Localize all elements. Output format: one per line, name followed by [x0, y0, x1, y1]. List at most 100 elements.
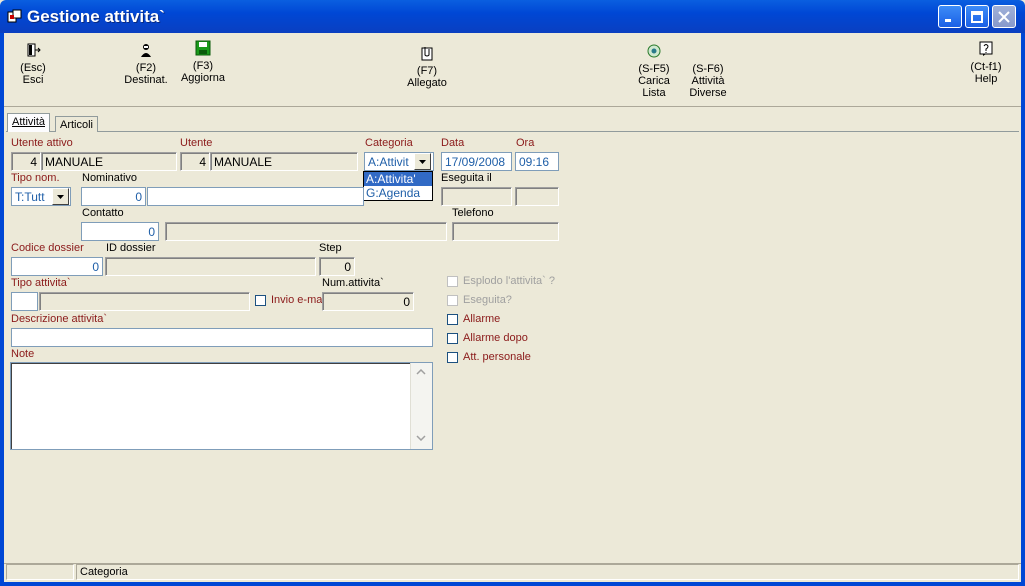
tipo-attivita-desc [39, 292, 250, 311]
data-field[interactable]: 17/09/2008 [441, 152, 512, 171]
invio-email-checkbox[interactable] [255, 295, 266, 306]
contatto-id-field[interactable]: 0 [81, 222, 159, 241]
invio-email-label: Invio e-ma [271, 294, 323, 306]
utente-attivo-id: 4 [11, 152, 41, 171]
eseguita-checkbox[interactable] [447, 295, 458, 306]
close-button[interactable] [992, 5, 1016, 28]
esplodo-label: Esplodo l'attivita` ? [463, 275, 555, 287]
exit-key-label: (Esc) [20, 62, 46, 74]
att-personale-label: Att. personale [463, 351, 531, 363]
id-dossier-label: ID dossier [106, 242, 156, 254]
eseguita-il-date [441, 187, 512, 206]
status-cell-2: Categoria [76, 564, 1019, 580]
codice-dossier-label: Codice dossier [11, 242, 84, 254]
carica-key-label: (S-F5) [638, 63, 670, 75]
ora-field[interactable]: 09:16 [515, 152, 559, 171]
scroll-up-icon[interactable] [416, 369, 426, 375]
utente-attivo-name: MANUALE [41, 152, 177, 171]
step-label: Step [319, 242, 342, 254]
attivita-diverse-button[interactable]: (S-F6) Attività Diverse [685, 63, 731, 99]
chevron-down-icon [57, 194, 64, 199]
descrizione-label: Descrizione attivita` [11, 313, 107, 325]
status-cell-1 [6, 564, 74, 580]
aggiorna-button[interactable]: (F3) Aggiorna [178, 40, 228, 84]
scroll-down-icon[interactable] [416, 435, 426, 441]
allarme-checkbox[interactable] [447, 314, 458, 325]
num-attivita-field: 0 [322, 292, 414, 311]
allegato-key-label: (F7) [416, 65, 438, 77]
person-icon [141, 44, 151, 57]
categoria-dropdown-button[interactable] [414, 153, 431, 170]
lista-label: Lista [642, 87, 666, 99]
categoria-dropdown-list: A:Attivita' G:Agenda [363, 171, 433, 201]
contatto-label: Contatto [82, 207, 124, 219]
tipo-nom-dropdown-button[interactable] [52, 188, 69, 205]
help-icon [979, 41, 993, 56]
chevron-down-icon [419, 159, 426, 164]
window-title: Gestione attivita` [27, 7, 165, 26]
step-field: 0 [319, 257, 355, 276]
id-dossier-field [105, 257, 316, 276]
maximize-button[interactable] [965, 5, 989, 28]
note-scrollbar[interactable] [410, 363, 432, 449]
exit-label: Esci [22, 74, 44, 86]
utente-label: Utente [180, 137, 213, 149]
eseguita-label: Eseguita? [463, 294, 512, 306]
telefono-label: Telefono [452, 207, 494, 219]
maximize-icon [971, 10, 983, 23]
minimize-button[interactable] [938, 5, 962, 28]
aggiorna-key-label: (F3) [192, 60, 214, 72]
allegato-button[interactable]: (F7) Allegato [404, 45, 450, 89]
carica-label: Carica [638, 75, 670, 87]
help-key-label: (Ct-f1) [970, 61, 1002, 73]
tipo-attivita-code-field[interactable] [11, 292, 38, 311]
ora-label: Ora [516, 137, 535, 149]
eseguita-il-time [515, 187, 559, 206]
nominativo-label: Nominativo [82, 172, 138, 184]
destinat-label: Destinat. [124, 74, 168, 86]
nominativo-id-field[interactable]: 0 [81, 187, 146, 206]
codice-dossier-field[interactable]: 0 [11, 257, 103, 276]
tab-attivita[interactable]: Attività [7, 113, 51, 132]
carica-lista-button[interactable]: (S-F5) Carica Lista [632, 43, 676, 99]
destinat-button[interactable]: (F2) Destinat. [122, 42, 170, 86]
minimize-icon [945, 18, 951, 22]
categoria-label: Categoria [365, 137, 413, 149]
allarme-dopo-checkbox[interactable] [447, 333, 458, 344]
tipo-nom-value: T:Tutt [15, 190, 45, 204]
tipo-nom-label: Tipo nom. [11, 172, 60, 184]
att-personale-checkbox[interactable] [447, 352, 458, 363]
attachment-icon [421, 47, 433, 61]
contatto-name [165, 222, 447, 241]
window-frame-bottom [0, 582, 1025, 586]
window-frame-left [0, 33, 4, 586]
exit-door-icon [27, 43, 41, 57]
tab-articoli[interactable]: Articoli [55, 116, 99, 132]
nominativo-name-field[interactable] [147, 187, 364, 206]
utente-attivo-label: Utente attivo [11, 137, 73, 149]
utente-name: MANUALE [210, 152, 358, 171]
exit-button[interactable]: (Esc) Esci [13, 42, 53, 86]
utente-id: 4 [180, 152, 210, 171]
diverse-label: Diverse [689, 87, 727, 99]
help-label: Help [974, 73, 998, 85]
note-textarea[interactable] [10, 362, 433, 450]
help-button[interactable]: (Ct-f1) Help [965, 41, 1007, 85]
tipo-attivita-label: Tipo attivita` [11, 277, 71, 289]
load-list-icon [647, 44, 661, 58]
attivita-diverse-key-label: (S-F6) [692, 63, 724, 75]
allegato-label: Allegato [407, 77, 447, 89]
descrizione-field[interactable] [11, 328, 433, 347]
num-attivita-label: Num.attivita` [322, 277, 384, 289]
esplodo-checkbox[interactable] [447, 276, 458, 287]
categoria-option-attivita[interactable]: A:Attivita' [364, 172, 432, 186]
allarme-label: Allarme [463, 313, 501, 325]
eseguita-il-label: Eseguita il [441, 172, 492, 184]
telefono-field [452, 222, 559, 241]
aggiorna-label: Aggiorna [180, 72, 226, 84]
categoria-value: A:Attivit [368, 155, 409, 169]
data-label: Data [441, 137, 465, 149]
save-floppy-icon [195, 40, 211, 56]
categoria-option-agenda[interactable]: G:Agenda [364, 186, 432, 200]
app-icon [7, 9, 22, 23]
